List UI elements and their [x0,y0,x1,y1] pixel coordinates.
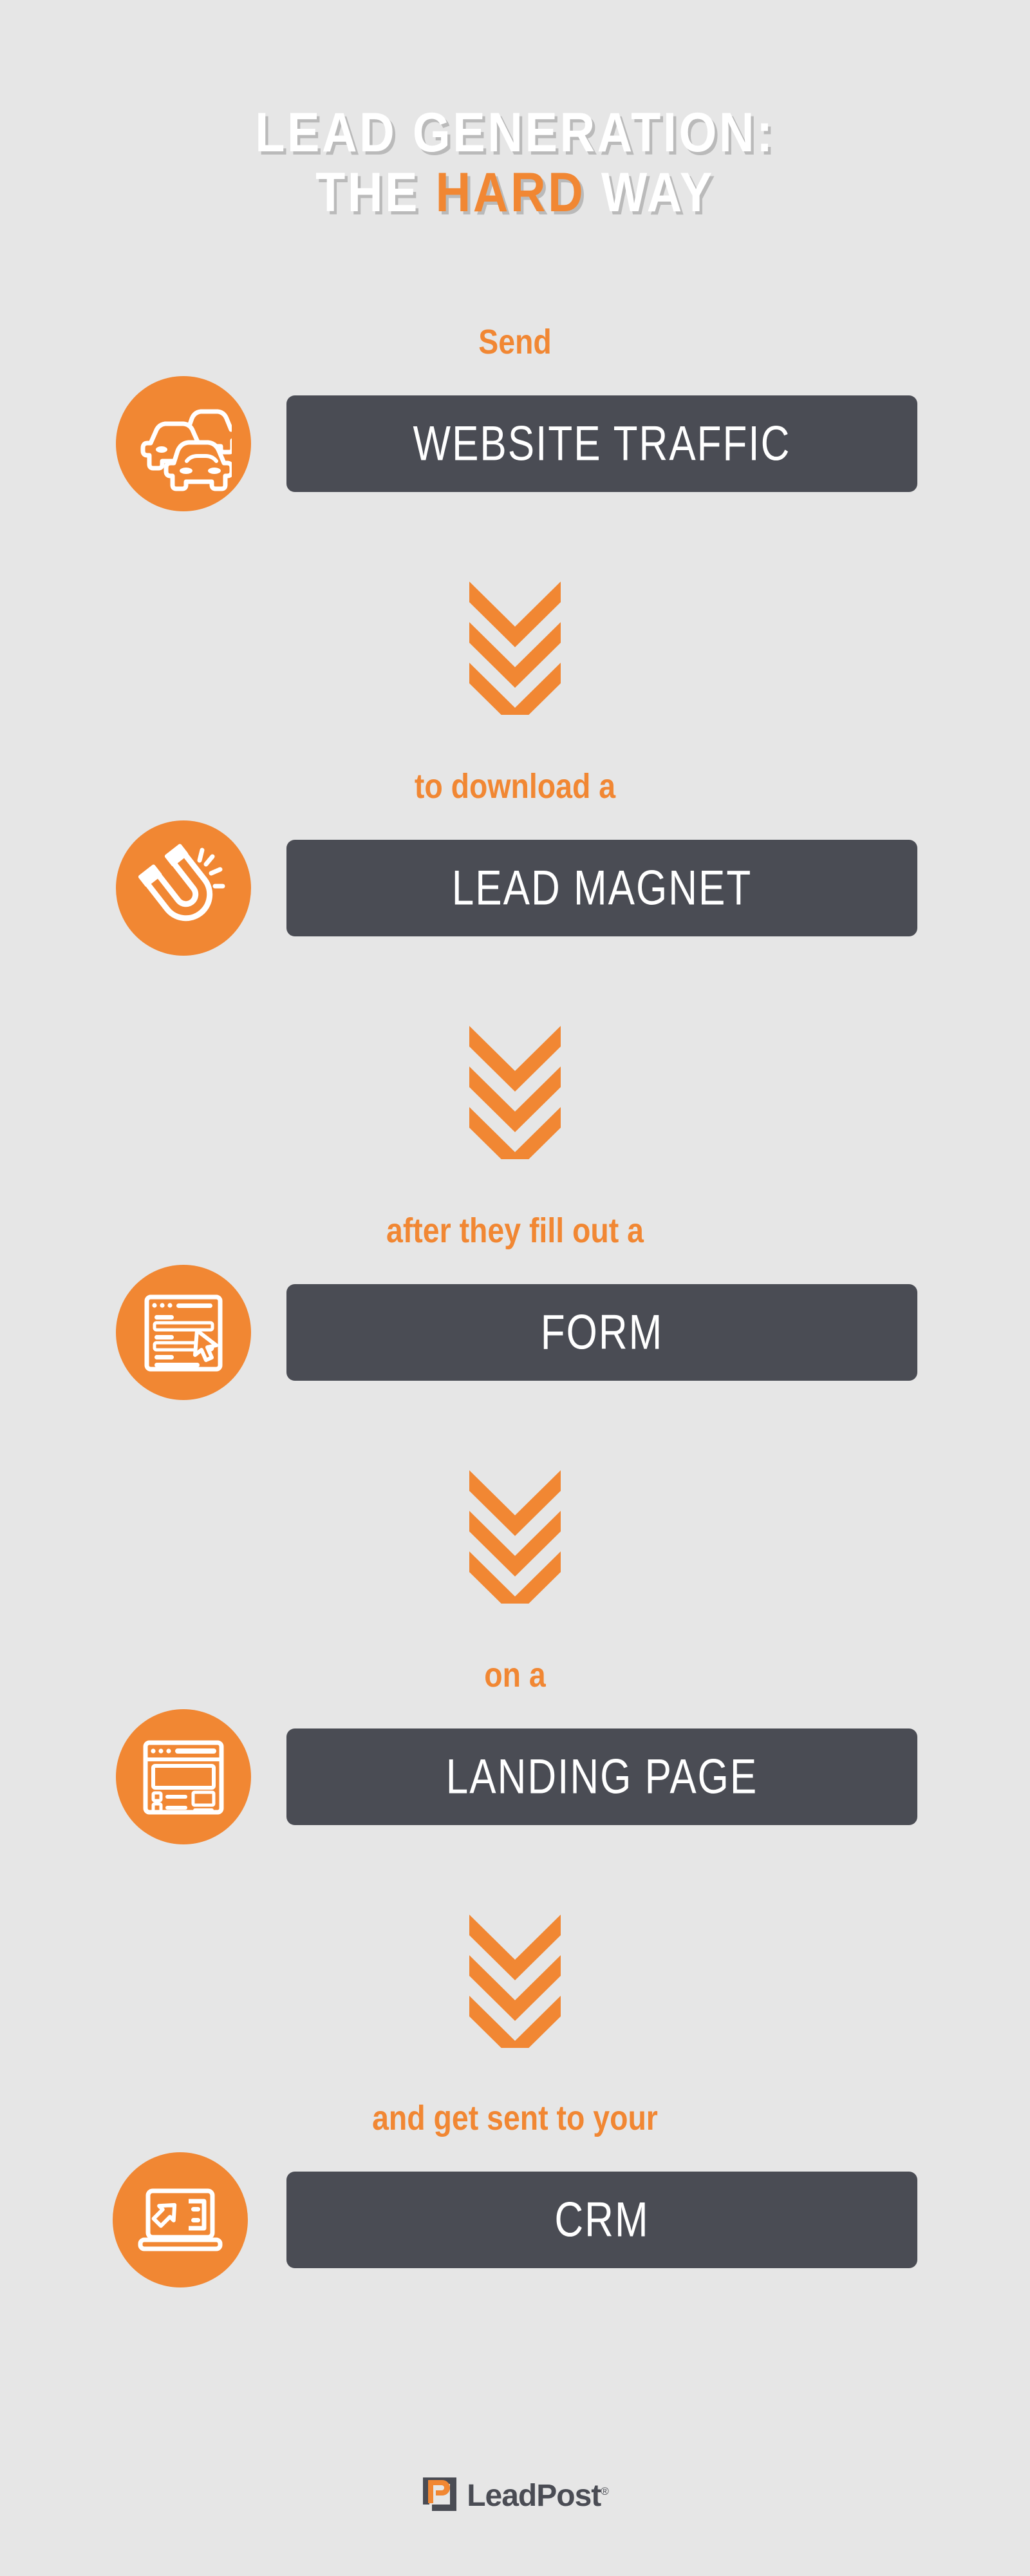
step-label-3: after they fill out a [386,1211,644,1250]
leadpost-logo-mark [422,2476,458,2515]
infographic-root: LEAD GENERATION: THE HARD WAY Send WEBSI… [0,0,1030,2576]
step-body-4: LANDING PAGE [0,1709,1030,1844]
step-bar-crm[interactable]: CRM [286,2172,917,2268]
step-bar-text-5: CRM [554,2192,650,2248]
step-bar-website-traffic[interactable]: WEBSITE TRAFFIC [286,395,917,492]
title-line-2-before: THE [315,161,436,223]
step-body-2: LEAD MAGNET [0,820,1030,956]
form-cursor-icon [116,1265,251,1400]
step-label-5: and get sent to your [372,2099,658,2137]
step-bar-lead-magnet[interactable]: LEAD MAGNET [286,840,917,936]
step-body-5: CRM [0,2152,1030,2287]
laptop-crm-icon [113,2152,248,2287]
page-title: LEAD GENERATION: THE HARD WAY [0,103,1030,223]
step-label-4: on a [484,1656,546,1694]
step-body-3: FORM [0,1265,1030,1400]
step-bar-text-4: LANDING PAGE [445,1749,758,1804]
triple-chevron-down-icon-1 [467,576,563,715]
step-label-2: to download a [414,767,616,806]
registered-trademark-symbol: ® [601,2485,608,2497]
step-bar-text-2: LEAD MAGNET [451,860,753,916]
title-line-2-after: WAY [585,161,715,223]
triple-chevron-down-icon-2 [467,1021,563,1159]
title-line-2: THE HARD WAY [62,161,968,223]
step-label-1: Send [478,323,552,361]
step-bar-text-1: WEBSITE TRAFFIC [413,416,791,471]
triple-chevron-down-icon-4 [467,1909,563,2048]
traffic-cars-icon [116,376,251,511]
title-highlight-hard: HARD [435,161,586,223]
step-bar-landing-page[interactable]: LANDING PAGE [286,1728,917,1825]
step-bar-form[interactable]: FORM [286,1284,917,1381]
title-line-1: LEAD GENERATION: [255,102,775,164]
step-body-1: WEBSITE TRAFFIC [0,376,1030,511]
leadpost-logo[interactable]: LeadPost® [0,2476,1030,2515]
logo-wordmark: LeadPost [467,2479,601,2513]
leadpost-logo-text: LeadPost® [467,2478,609,2514]
landing-page-icon [116,1709,251,1844]
magnet-icon [116,820,251,956]
triple-chevron-down-icon-3 [467,1465,563,1604]
step-bar-text-3: FORM [540,1305,664,1360]
